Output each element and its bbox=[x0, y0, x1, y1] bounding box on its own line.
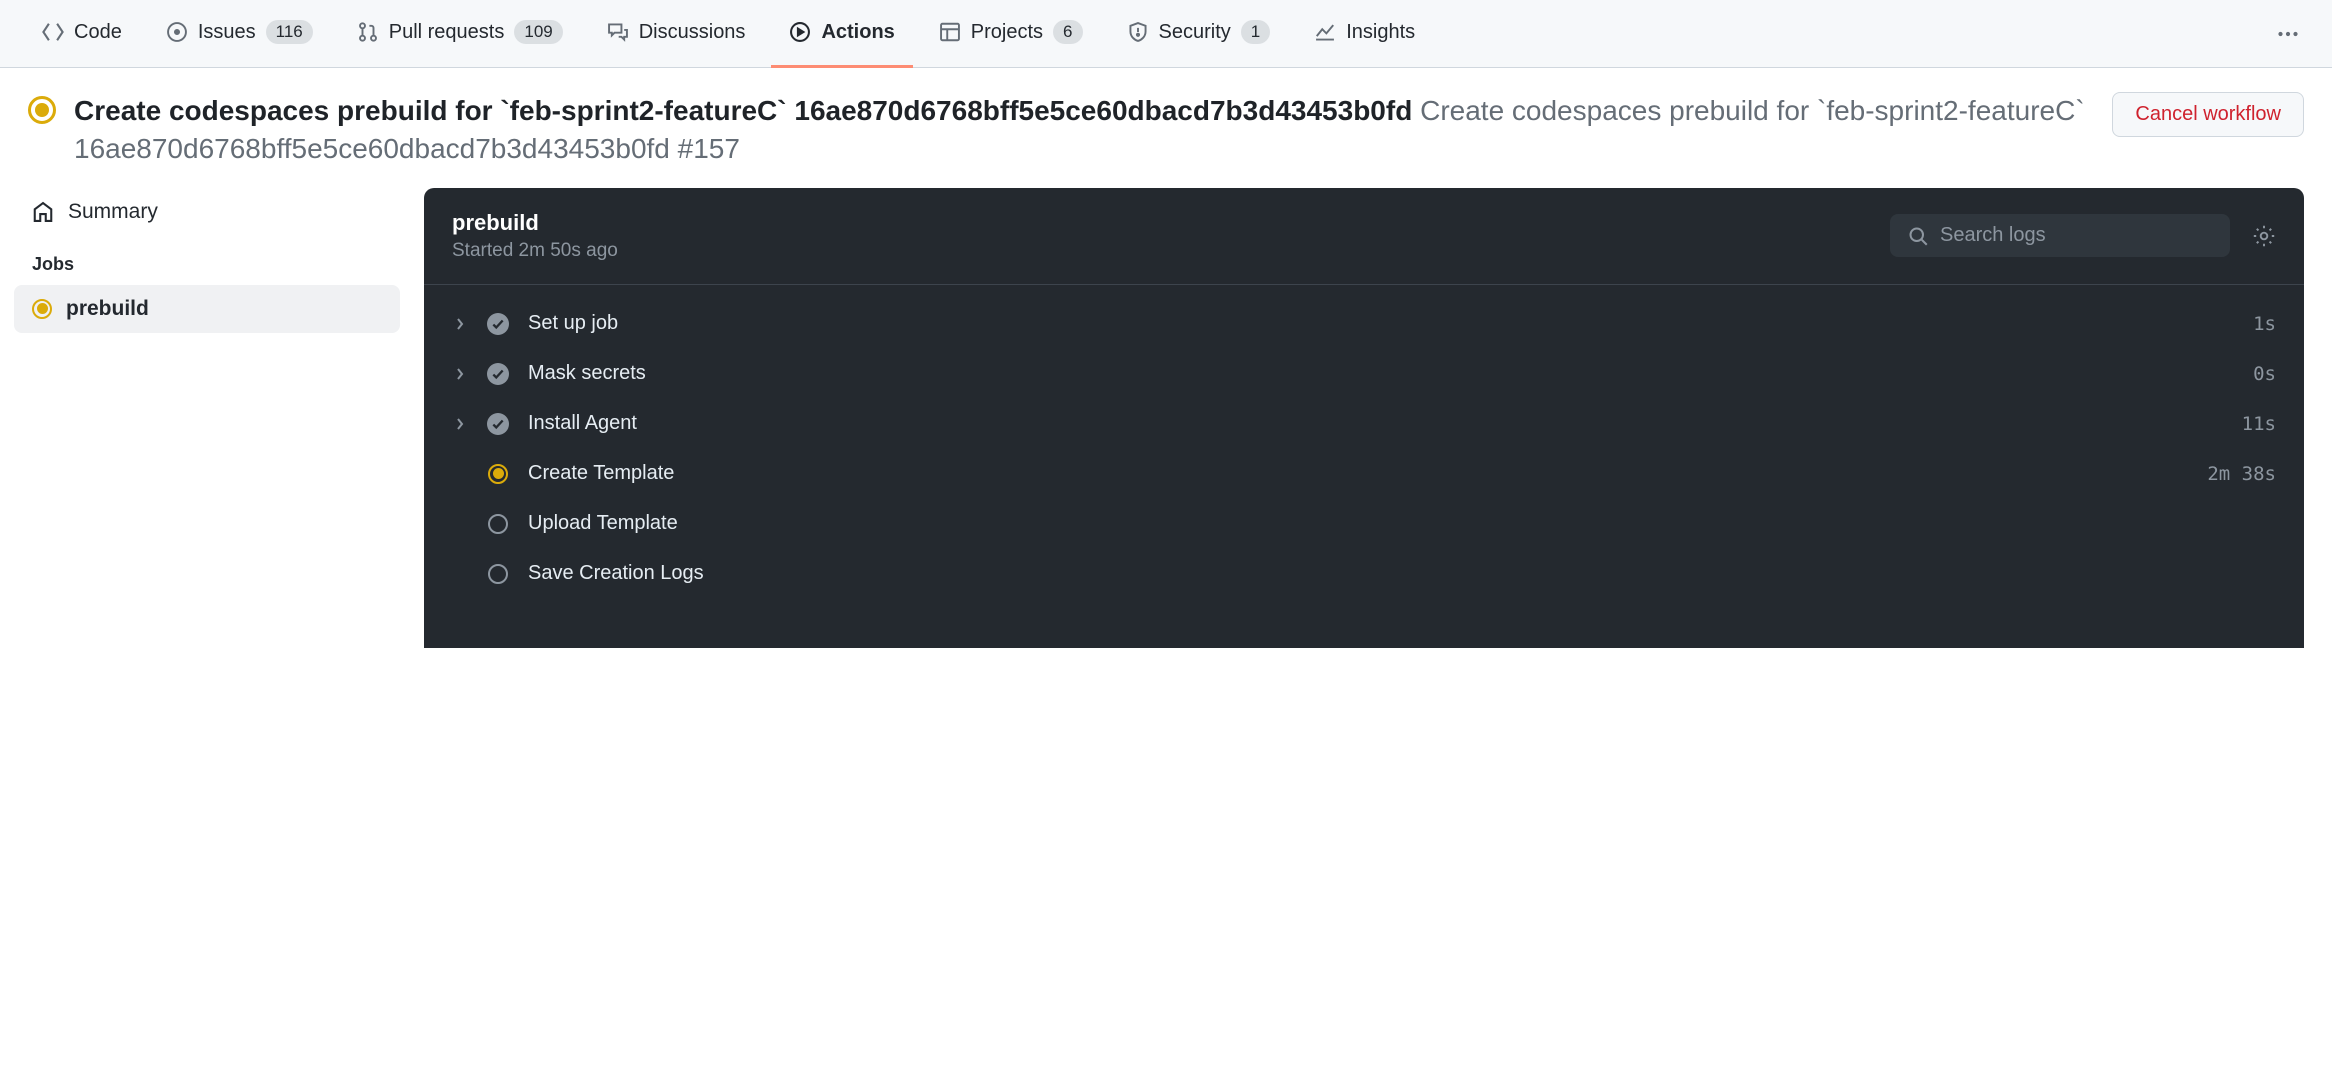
workflow-main: Summary Jobs prebuild prebuild Started 2… bbox=[0, 188, 2332, 676]
nav-tab-count: 1 bbox=[1241, 20, 1270, 44]
sidebar-summary[interactable]: Summary bbox=[14, 188, 400, 236]
job-step[interactable]: Mask secrets 0s bbox=[448, 349, 2280, 399]
graph-icon bbox=[1314, 21, 1336, 43]
workflow-run-header: Create codespaces prebuild for `feb-spri… bbox=[0, 68, 2332, 188]
job-step-label: Set up job bbox=[528, 312, 2235, 335]
nav-tab-security[interactable]: Security 1 bbox=[1109, 0, 1289, 68]
job-step-duration: 1s bbox=[2253, 313, 2276, 335]
play-icon bbox=[789, 21, 811, 43]
nav-tab-issues[interactable]: Issues 116 bbox=[148, 0, 331, 68]
nav-tab-label: Issues bbox=[198, 21, 256, 44]
nav-overflow-menu[interactable] bbox=[2268, 22, 2308, 46]
job-steps: Set up job 1s Mask secrets 0s Install Agent 1… bbox=[424, 285, 2304, 613]
run-status-icon bbox=[28, 96, 56, 124]
nav-tab-label: Security bbox=[1159, 21, 1231, 44]
job-panel-header: prebuild Started 2m 50s ago bbox=[424, 188, 2304, 285]
job-step[interactable]: Set up job 1s bbox=[448, 299, 2280, 349]
job-step[interactable]: Create Template 2m 38s bbox=[448, 449, 2280, 499]
nav-tab-pull-requests[interactable]: Pull requests 109 bbox=[339, 0, 581, 68]
sidebar-summary-label: Summary bbox=[68, 200, 158, 224]
nav-tab-projects[interactable]: Projects 6 bbox=[921, 0, 1101, 68]
workflow-icon bbox=[32, 201, 54, 223]
job-title: prebuild bbox=[452, 210, 1890, 236]
git-pull-request-icon bbox=[357, 21, 379, 43]
check-circle-icon bbox=[486, 362, 510, 386]
nav-tab-label: Insights bbox=[1346, 21, 1415, 44]
chevron-right-icon bbox=[452, 418, 468, 430]
nav-tab-count: 6 bbox=[1053, 20, 1082, 44]
job-status-icon bbox=[32, 299, 52, 319]
job-step-duration: 11s bbox=[2242, 413, 2276, 435]
table-icon bbox=[939, 21, 961, 43]
sidebar-jobs-heading: Jobs bbox=[14, 236, 400, 285]
workflow-title-strong: Create codespaces prebuild for `feb-spri… bbox=[74, 95, 1412, 126]
pending-icon bbox=[486, 512, 510, 536]
job-step-label: Mask secrets bbox=[528, 362, 2235, 385]
running-icon bbox=[486, 462, 510, 486]
job-step[interactable]: Upload Template bbox=[448, 499, 2280, 549]
nav-tabs: Code Issues 116 Pull requests 109 Discus… bbox=[24, 0, 2268, 68]
comment-discussion-icon bbox=[607, 21, 629, 43]
nav-tab-label: Code bbox=[74, 21, 122, 44]
shield-icon bbox=[1127, 21, 1149, 43]
workflow-title-block: Create codespaces prebuild for `feb-spri… bbox=[74, 92, 2094, 168]
nav-tab-label: Pull requests bbox=[389, 21, 505, 44]
search-logs-wrap[interactable] bbox=[1890, 214, 2230, 257]
nav-tab-label: Discussions bbox=[639, 21, 746, 44]
job-step-label: Create Template bbox=[528, 462, 2189, 485]
sidebar-job-label: prebuild bbox=[66, 297, 149, 321]
job-settings-button[interactable] bbox=[2252, 224, 2276, 248]
repo-nav: Code Issues 116 Pull requests 109 Discus… bbox=[0, 0, 2332, 68]
nav-tab-count: 109 bbox=[514, 20, 562, 44]
nav-tab-code[interactable]: Code bbox=[24, 0, 140, 68]
nav-tab-label: Projects bbox=[971, 21, 1043, 44]
nav-tab-count: 116 bbox=[266, 20, 313, 44]
nav-tab-insights[interactable]: Insights bbox=[1296, 0, 1433, 68]
job-step-duration: 2m 38s bbox=[2207, 463, 2276, 485]
job-step-label: Upload Template bbox=[528, 512, 2258, 535]
chevron-right-icon bbox=[452, 318, 468, 330]
check-circle-icon bbox=[486, 412, 510, 436]
sidebar-job-prebuild[interactable]: prebuild bbox=[14, 285, 400, 333]
job-step-label: Install Agent bbox=[528, 412, 2224, 435]
workflow-sidebar: Summary Jobs prebuild bbox=[0, 188, 400, 333]
cancel-workflow-button[interactable]: Cancel workflow bbox=[2112, 92, 2304, 137]
search-icon bbox=[1908, 226, 1928, 246]
nav-tab-discussions[interactable]: Discussions bbox=[589, 0, 764, 68]
chevron-right-icon bbox=[452, 368, 468, 380]
job-step[interactable]: Install Agent 11s bbox=[448, 399, 2280, 449]
nav-tab-actions[interactable]: Actions bbox=[771, 0, 912, 68]
code-icon bbox=[42, 21, 64, 43]
pending-icon bbox=[486, 562, 510, 586]
job-step-duration: 0s bbox=[2253, 363, 2276, 385]
check-circle-icon bbox=[486, 312, 510, 336]
job-started-text: Started 2m 50s ago bbox=[452, 240, 1890, 262]
job-step-label: Save Creation Logs bbox=[528, 562, 2258, 585]
search-logs-input[interactable] bbox=[1940, 224, 2212, 247]
job-step[interactable]: Save Creation Logs bbox=[448, 549, 2280, 599]
nav-tab-label: Actions bbox=[821, 21, 894, 44]
issue-icon bbox=[166, 21, 188, 43]
job-panel: prebuild Started 2m 50s ago Set up job 1s… bbox=[424, 188, 2304, 648]
